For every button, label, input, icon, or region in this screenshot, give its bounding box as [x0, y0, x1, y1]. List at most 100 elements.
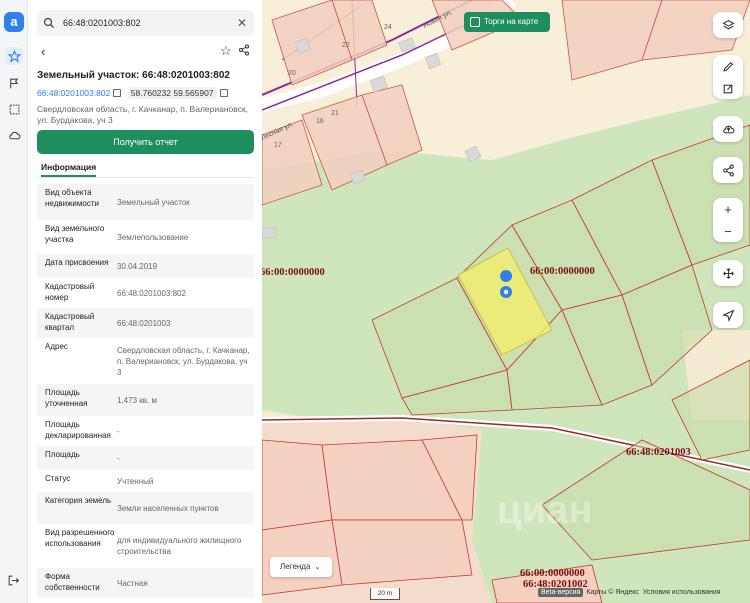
object-address: Свердловская область, г. Качканар, п. Ва…: [37, 104, 249, 125]
star-icon[interactable]: ☆: [220, 43, 232, 59]
table-row: Кадастровый квартал 66:48:0201003: [37, 308, 254, 338]
copy-icon[interactable]: [113, 89, 122, 97]
row-key: Кадастровый квартал: [45, 312, 95, 332]
house-number: 21: [331, 110, 339, 117]
row-key: Площадь уточненная: [45, 388, 88, 408]
yandex-attribution[interactable]: Карты © Яндекс: [586, 589, 639, 596]
row-key: Вид разрешенного использования: [45, 528, 115, 548]
house-number: 17: [274, 142, 282, 149]
details-table: Вид объекта недвижимости Земельный участо…: [37, 184, 254, 598]
row-key: Вид земельного участка: [45, 224, 105, 244]
table-row: Статус Учтенный: [37, 470, 254, 492]
clear-search-icon[interactable]: ✕: [236, 16, 248, 30]
row-value: Землепользование: [117, 232, 189, 242]
table-row: Кадастровый номер 66:48:0201003:802: [37, 278, 254, 308]
row-value: 1,473 кв. м: [117, 395, 157, 405]
edit-icon[interactable]: [713, 77, 743, 99]
row-value: Земельный участок: [117, 197, 190, 207]
select-area-icon[interactable]: [5, 100, 23, 118]
zoom-control[interactable]: + −: [713, 198, 743, 242]
table-row: Вид разрешенного использования для индиви…: [37, 524, 254, 568]
geolocation-control[interactable]: [713, 302, 743, 328]
row-value: Частная: [117, 578, 148, 588]
row-key: Статус: [45, 474, 71, 483]
zoom-in-icon[interactable]: +: [713, 198, 743, 220]
row-value: Земли населенных пунктов: [117, 503, 219, 513]
row-key: Категория земель: [45, 496, 112, 505]
cloud-icon[interactable]: [5, 126, 23, 144]
search-bar[interactable]: 66:48:0201003:802 ✕: [37, 10, 254, 36]
terms-link[interactable]: Условия использования: [643, 589, 721, 596]
share-icon[interactable]: [238, 44, 250, 56]
table-row: Площадь декларированная -: [37, 416, 254, 446]
row-key: Форма собственности: [45, 572, 100, 592]
table-row: Форма собственности Частная: [37, 568, 254, 598]
copy-coords-icon[interactable]: [219, 89, 228, 97]
row-key: Площадь: [45, 450, 80, 459]
share-map-icon[interactable]: [713, 157, 743, 183]
house-number: 24: [384, 24, 392, 31]
left-rail: a: [0, 0, 28, 603]
auction-label: Торги на карте: [484, 17, 539, 26]
table-row: Категория земель Земли населенных пунктов: [37, 492, 254, 524]
table-row: Вид земельного участка Землепользование: [37, 220, 254, 254]
row-value: для индивидуального жилищного строительс…: [117, 536, 242, 556]
favorites-icon[interactable]: [5, 47, 23, 65]
row-key: Кадастровый номер: [45, 282, 95, 302]
tabs: Информация: [37, 160, 254, 178]
row-key: Дата присвоения: [45, 258, 109, 267]
checkbox-icon[interactable]: [470, 17, 480, 27]
map-scale: 20 m: [370, 588, 400, 600]
chevron-down-icon: ⌄: [314, 564, 321, 571]
search-icon: [43, 17, 54, 28]
draw-control[interactable]: [713, 55, 743, 99]
legend-label: Легенда: [280, 562, 311, 571]
coords-chip[interactable]: 58.760232 59.565907: [127, 87, 217, 99]
pencil-icon[interactable]: [713, 55, 743, 77]
auction-toggle-button[interactable]: Торги на карте: [464, 12, 550, 32]
row-value: -: [117, 453, 120, 463]
cadastral-label: 66:00:0000000: [262, 267, 325, 278]
info-panel: 66:48:0201003:802 ✕ ‹ ☆ Земельный участо…: [29, 0, 262, 603]
table-row: Площадь -: [37, 446, 254, 470]
map-view[interactable]: Новая ул. Лесная ул. 20 22 24 16 17 21 6…: [262, 0, 750, 603]
row-value: 66:48:0201003: [117, 318, 171, 328]
table-row: Площадь уточненная 1,473 кв. м: [37, 384, 254, 416]
app-logo[interactable]: a: [4, 12, 24, 32]
share-control[interactable]: [713, 157, 743, 183]
tab-information[interactable]: Информация: [41, 162, 97, 177]
beta-badge: Beta-версия: [538, 588, 584, 597]
layers-control[interactable]: [713, 12, 743, 38]
move-control[interactable]: [713, 260, 743, 286]
cadnum-link[interactable]: 66:48:0201003:802: [37, 88, 110, 98]
object-chips: 66:48:0201003:802 58.760232 59.565907: [37, 87, 259, 101]
get-report-button[interactable]: Получить отчет: [37, 130, 254, 154]
watermark: циан: [497, 488, 593, 532]
cadastral-label: 66:00:0000000: [520, 568, 585, 579]
zoom-out-icon[interactable]: −: [713, 220, 743, 242]
logout-icon[interactable]: [7, 574, 20, 587]
move-icon[interactable]: [713, 260, 743, 286]
search-input[interactable]: 66:48:0201003:802: [63, 18, 236, 28]
row-value: 66:48:0201003:802: [117, 288, 186, 298]
legend-button[interactable]: Легенда ⌄: [270, 557, 332, 577]
row-key: Вид объекта недвижимости: [45, 188, 99, 208]
layers-icon[interactable]: [713, 12, 743, 38]
table-row: Дата присвоения 30.04.2019: [37, 254, 254, 278]
row-key: Адрес: [45, 342, 68, 351]
row-value: Свердловская область, г. Качканар, п. Ва…: [117, 345, 250, 377]
row-value: -: [117, 426, 120, 436]
cadastral-label: 66:48:0201003: [626, 447, 691, 458]
house-number: 20: [288, 70, 296, 77]
back-icon[interactable]: ‹: [41, 44, 45, 59]
cloud-upload-icon[interactable]: [713, 116, 743, 142]
map-footer: Beta-версия Карты © Яндекс Условия использ…: [538, 588, 721, 601]
flag-icon[interactable]: [5, 74, 23, 92]
navigation-icon[interactable]: [713, 302, 743, 328]
upload-control[interactable]: [713, 116, 743, 142]
row-value: Учтенный: [117, 476, 154, 486]
table-row: Вид объекта недвижимости Земельный участо…: [37, 184, 254, 220]
house-number: 22: [342, 42, 350, 49]
house-number: 16: [316, 118, 324, 125]
cadastral-label: 66:00:0000000: [530, 266, 595, 277]
